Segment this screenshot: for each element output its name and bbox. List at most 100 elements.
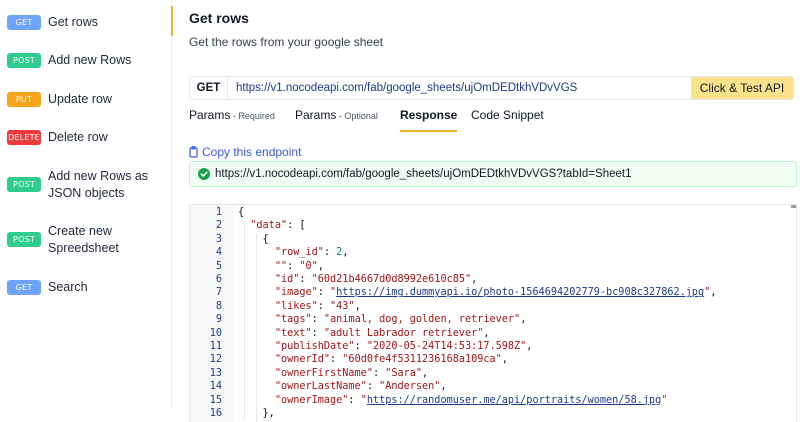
tab-params-required[interactable]: Params - Required xyxy=(189,108,275,130)
response-code-editor[interactable]: 1{2 "data": [3 {4 "row_id": 2, 5 "": "0",… xyxy=(189,204,797,422)
code-token: , xyxy=(483,327,490,339)
code-line: 9 "tags": "animal, dog, golden, retrieve… xyxy=(190,313,790,326)
code-token: "tags" xyxy=(274,314,312,326)
code-text: "id": "60d21b4667d0d8992e610c85", xyxy=(238,273,477,286)
line-number: 5 xyxy=(215,260,222,272)
request-url[interactable]: https://v1.nocodeapi.com/fab/google_shee… xyxy=(228,77,691,99)
sidebar: GET Get rows POST Add new Rows PUT Updat… xyxy=(0,0,172,422)
code-token: "Sara" xyxy=(385,367,423,379)
line-number: 12 xyxy=(209,354,222,366)
line-number: 9 xyxy=(215,314,222,326)
copy-endpoint-link[interactable]: Copy this endpoint xyxy=(189,145,301,159)
tab-label: Params xyxy=(295,108,337,122)
code-token: "ownerFirstName" xyxy=(274,367,373,379)
code-line: 10 "text": "adult Labrador retriever", xyxy=(190,327,790,340)
line-number: 11 xyxy=(209,341,222,352)
line-number: 16 xyxy=(209,408,222,419)
code-token: : [ xyxy=(287,220,306,232)
code-token: : xyxy=(317,287,331,299)
sidebar-item-delete-row[interactable]: DELETE Delete row xyxy=(7,129,153,146)
code-link[interactable]: https://img.dummyapi.io/photo-1564694202… xyxy=(336,287,704,298)
sidebar-item-update-row[interactable]: PUT Update row xyxy=(7,91,153,108)
code-line: 8 "likes": "43", xyxy=(190,300,790,313)
method-badge: GET xyxy=(7,280,41,295)
code-token: , xyxy=(342,247,349,259)
code-token: , xyxy=(354,300,361,312)
line-number: 2 xyxy=(215,220,222,232)
check-circle-icon xyxy=(198,168,210,180)
clipboard-icon xyxy=(189,146,198,158)
method-badge: POST xyxy=(7,53,41,68)
scrollbar-thumb[interactable] xyxy=(791,205,796,208)
sidebar-item-label: Update row xyxy=(48,92,112,106)
code-token: "ownerId" xyxy=(274,354,331,366)
code-token: , xyxy=(471,274,478,285)
tab-label: Code Snippet xyxy=(471,108,544,122)
tab-code-snippet[interactable]: Code Snippet xyxy=(471,108,544,130)
sidebar-item-label: Create new Spreedsheet xyxy=(48,224,119,255)
sidebar-item-add-rows-json[interactable]: POST Add new Rows as JSON objects xyxy=(7,168,153,202)
code-token: { xyxy=(238,207,245,218)
active-indicator xyxy=(171,6,173,36)
code-text: "image": "https://img.dummyapi.io/photo-… xyxy=(238,286,717,299)
line-number: 7 xyxy=(215,287,222,299)
sidebar-item-label: Search xyxy=(48,280,88,294)
sidebar-item-search[interactable]: GET Search xyxy=(7,279,153,296)
line-number: 10 xyxy=(209,327,222,339)
main-panel: Get rows Get the rows from your google s… xyxy=(189,0,797,422)
code-token: : xyxy=(299,274,312,285)
code-text: "tags": "animal, dog, golden, retriever"… xyxy=(238,313,527,326)
code-token: , xyxy=(501,354,508,366)
code-text: "publishDate": "2020-05-24T14:53:17.598Z… xyxy=(238,340,533,353)
code-token: : xyxy=(323,247,337,259)
tab-label: Response xyxy=(400,108,458,122)
code-line: 16 }, xyxy=(190,407,790,420)
line-number: 14 xyxy=(209,381,222,393)
code-line: 6 "id": "60d21b4667d0d8992e610c85", xyxy=(190,273,790,286)
code-token: "" xyxy=(274,260,288,272)
code-text: "ownerImage": "https://randomuser.me/api… xyxy=(238,394,668,407)
code-link[interactable]: https://randomuser.me/api/portraits/wome… xyxy=(367,395,661,406)
tab-response[interactable]: Response xyxy=(400,108,458,132)
method-badge: DELETE xyxy=(7,130,41,145)
code-token: : xyxy=(287,260,300,272)
code-token: "row_id" xyxy=(274,247,324,259)
tab-params-optional[interactable]: Params - Optional xyxy=(295,108,378,130)
code-token: : xyxy=(311,314,324,326)
code-token: "ownerLastName" xyxy=(274,381,367,393)
code-token: : xyxy=(330,354,343,366)
line-number: 6 xyxy=(215,274,222,285)
tab-sublabel: - Optional xyxy=(336,111,378,121)
code-token: "60d0fe4f5311236168a109ca" xyxy=(342,354,502,366)
code-text: "ownerFirstName": "Sara", xyxy=(238,367,428,380)
code-line: 11 "publishDate": "2020-05-24T14:53:17.5… xyxy=(190,340,790,353)
code-token: , xyxy=(422,367,429,379)
method-badge: POST xyxy=(7,177,41,192)
code-token: "data" xyxy=(250,220,288,232)
line-number: 8 xyxy=(215,300,222,312)
sidebar-item-create-spreadsheet[interactable]: POST Create new Spreedsheet xyxy=(7,223,153,257)
method-badge: GET xyxy=(7,15,41,30)
endpoint-url[interactable]: https://v1.nocodeapi.com/fab/google_shee… xyxy=(215,168,631,180)
code-line: 3 { xyxy=(190,233,790,246)
method-badge: PUT xyxy=(7,92,41,107)
sidebar-item-add-new-rows[interactable]: POST Add new Rows xyxy=(7,52,153,69)
line-number: 13 xyxy=(209,367,222,379)
code-text: "row_id": 2, xyxy=(238,246,349,259)
request-method: GET xyxy=(190,77,228,99)
sidebar-item-get-rows[interactable]: GET Get rows xyxy=(7,14,153,31)
page-title: Get rows xyxy=(189,10,249,26)
code-token: "text" xyxy=(274,327,312,339)
sidebar-divider xyxy=(171,0,172,410)
code-token: "image" xyxy=(274,287,318,299)
code-line: 15 "ownerImage": "https://randomuser.me/… xyxy=(190,394,790,407)
line-number: 4 xyxy=(215,247,222,259)
test-api-button[interactable]: Click & Test API xyxy=(691,77,793,99)
indent-guide xyxy=(244,220,245,420)
method-badge: POST xyxy=(7,232,41,247)
code-token: "publishDate" xyxy=(274,341,355,352)
code-line: 7 "image": "https://img.dummyapi.io/phot… xyxy=(190,286,790,299)
code-token: : xyxy=(354,341,367,352)
code-line: 1{ xyxy=(190,206,790,219)
code-text: "ownerLastName": "Andersen", xyxy=(238,380,447,393)
